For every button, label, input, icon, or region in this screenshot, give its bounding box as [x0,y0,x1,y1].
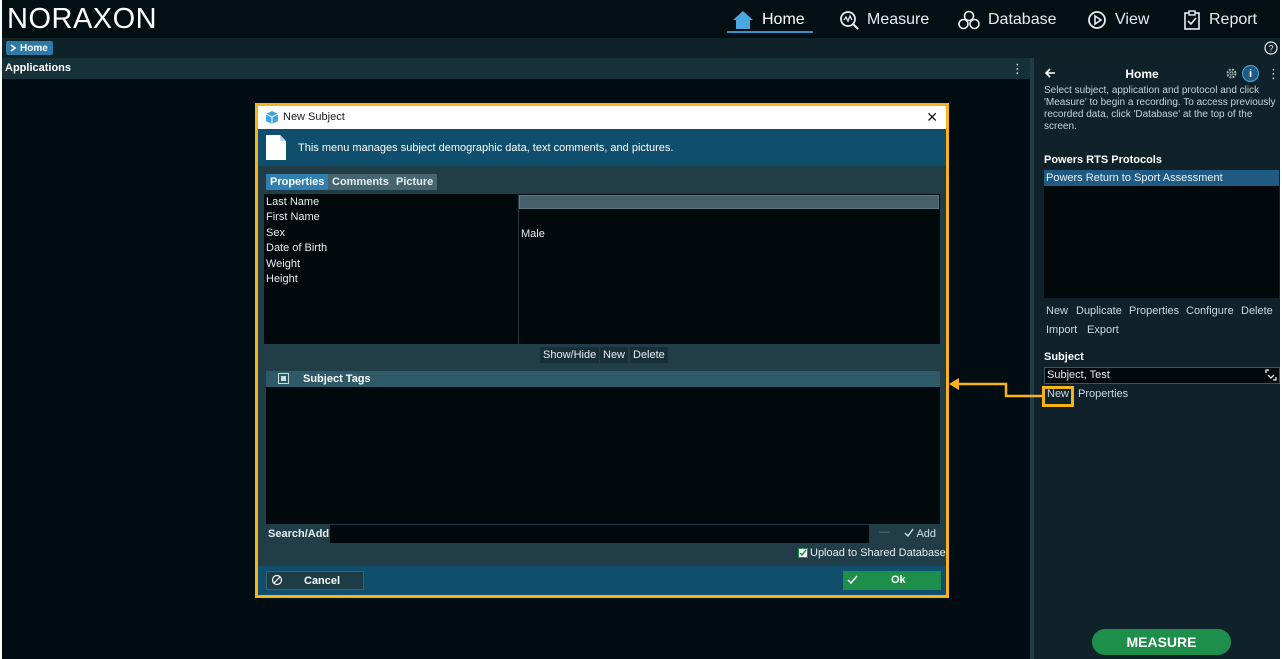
breadcrumb-bar: Home ? [2,38,1280,58]
breadcrumb-home[interactable]: Home [6,41,53,55]
nav-database-label: Database [988,11,1057,28]
dialog-info-text: This menu manages subject demographic da… [298,142,674,154]
nav-view-label: View [1115,11,1150,28]
new-subject-dialog: New Subject ✕ This menu manages subject … [255,103,949,598]
protocol-properties-button[interactable]: Properties [1129,305,1179,317]
chevron-right-icon [10,44,17,52]
tab-comments[interactable]: Comments [328,174,393,190]
sex-value[interactable]: Male [521,228,545,240]
show-hide-button[interactable]: Show/Hide [540,347,600,363]
search-separator: — [879,526,890,538]
side-panel-title: Home [1125,67,1159,81]
protocol-item-selected[interactable]: Powers Return to Sport Assessment [1044,170,1279,186]
annotation-arrow-icon [949,378,1044,398]
tab-properties[interactable]: Properties [266,174,329,190]
expand-icon [1265,369,1277,381]
protocols-list: Powers Return to Sport Assessment [1044,170,1279,298]
field-date-of-birth-label[interactable]: Date of Birth [266,242,327,254]
dialog-footer: Cancel Ok [258,566,946,595]
noraxon-logo: NORAXON [7,3,158,35]
app-cube-icon [266,111,278,124]
close-icon[interactable]: ✕ [926,109,938,126]
nav-home[interactable]: Home [732,8,805,32]
help-icon[interactable]: ? [1264,41,1278,55]
subject-select[interactable]: Subject, Test [1044,367,1280,384]
nav-report[interactable]: Report [1183,8,1257,32]
upload-shared-database-option[interactable]: Upload to Shared Database [798,547,946,559]
document-icon [266,135,286,160]
checkmark-icon [847,575,858,585]
field-sex-label[interactable]: Sex [266,227,285,239]
subject-tags-header: Subject Tags [266,371,940,387]
tab-picture[interactable]: Picture [392,174,438,190]
upload-checkbox[interactable] [798,548,808,558]
top-navigation-bar: NORAXON Home Measure Database View Repor… [2,0,1280,38]
nav-view[interactable]: View [1087,8,1149,32]
cancel-circle-icon [271,574,283,586]
nav-measure[interactable]: Measure [839,8,929,32]
subject-new-highlight-box [1042,386,1074,407]
subject-tags-list[interactable] [266,387,940,524]
field-delete-button[interactable]: Delete [630,347,668,363]
search-add-input[interactable] [330,525,869,543]
view-icon [1088,11,1106,29]
applications-more-icon[interactable]: ⋮ [1011,61,1024,77]
subject-select-value: Subject, Test [1047,369,1110,381]
measure-button[interactable]: MEASURE [1092,629,1231,655]
dialog-titlebar[interactable]: New Subject ✕ [258,106,946,129]
property-names-column: Last Name First Name Sex Date of Birth W… [264,194,518,344]
side-panel-description: Select subject, application and protocol… [1044,85,1276,132]
upload-label: Upload to Shared Database [810,547,946,559]
database-icon [958,10,980,30]
cancel-label: Cancel [304,575,341,587]
nav-report-label: Report [1209,11,1258,28]
search-add-label: Search/Add [268,528,330,540]
tags-select-all-checkbox[interactable] [278,373,289,384]
protocol-export-button[interactable]: Export [1087,324,1119,336]
property-values-column: Male [519,194,940,344]
protocol-delete-button[interactable]: Delete [1241,305,1273,317]
field-last-name-label[interactable]: Last Name [266,196,319,208]
ok-label: Ok [891,574,906,586]
breadcrumb-label: Home [20,42,48,54]
protocol-new-button[interactable]: New [1046,305,1068,317]
protocol-configure-button[interactable]: Configure [1186,305,1234,317]
dialog-body: Properties Comments Picture Last Name Fi… [258,166,946,566]
checkmark-icon [799,549,807,557]
protocols-title: Powers RTS Protocols [1044,154,1162,166]
ok-button[interactable]: Ok [843,571,941,590]
active-nav-underline [727,31,813,33]
subject-tags-title: Subject Tags [303,373,371,385]
nav-home-label: Home [762,11,805,28]
protocol-import-button[interactable]: Import [1046,324,1077,336]
side-panel-more-icon[interactable]: ⋮ [1267,66,1280,82]
report-icon [1184,10,1200,30]
cancel-button[interactable]: Cancel [266,571,364,590]
dialog-info-header: This menu manages subject demographic da… [258,129,946,166]
dialog-title: New Subject [283,111,345,123]
measure-icon [840,11,859,30]
home-icon [733,11,753,29]
home-side-panel: Home i ⋮ Select subject, application and… [1034,58,1280,659]
applications-header: Applications ⋮ [2,58,1030,79]
svg-text:?: ? [1268,44,1273,54]
add-tag-label: Add [916,528,937,540]
applications-title: Applications [5,62,72,74]
nav-measure-label: Measure [867,11,930,28]
checkmark-icon [904,528,914,538]
protocol-duplicate-button[interactable]: Duplicate [1076,305,1122,317]
field-weight-label[interactable]: Weight [266,258,300,270]
field-height-label[interactable]: Height [266,273,298,285]
subject-title: Subject [1044,351,1084,363]
gear-icon[interactable] [1225,67,1238,80]
info-icon[interactable]: i [1242,65,1259,82]
field-new-button[interactable]: New [600,347,629,363]
nav-database[interactable]: Database [958,8,1057,32]
last-name-input[interactable] [519,195,939,209]
field-first-name-label[interactable]: First Name [266,211,320,223]
subject-properties-button[interactable]: Properties [1078,388,1128,400]
add-tag-button[interactable]: Add [904,528,936,540]
noraxon-app-window: NORAXON Home Measure Database View Repor… [2,0,1280,659]
